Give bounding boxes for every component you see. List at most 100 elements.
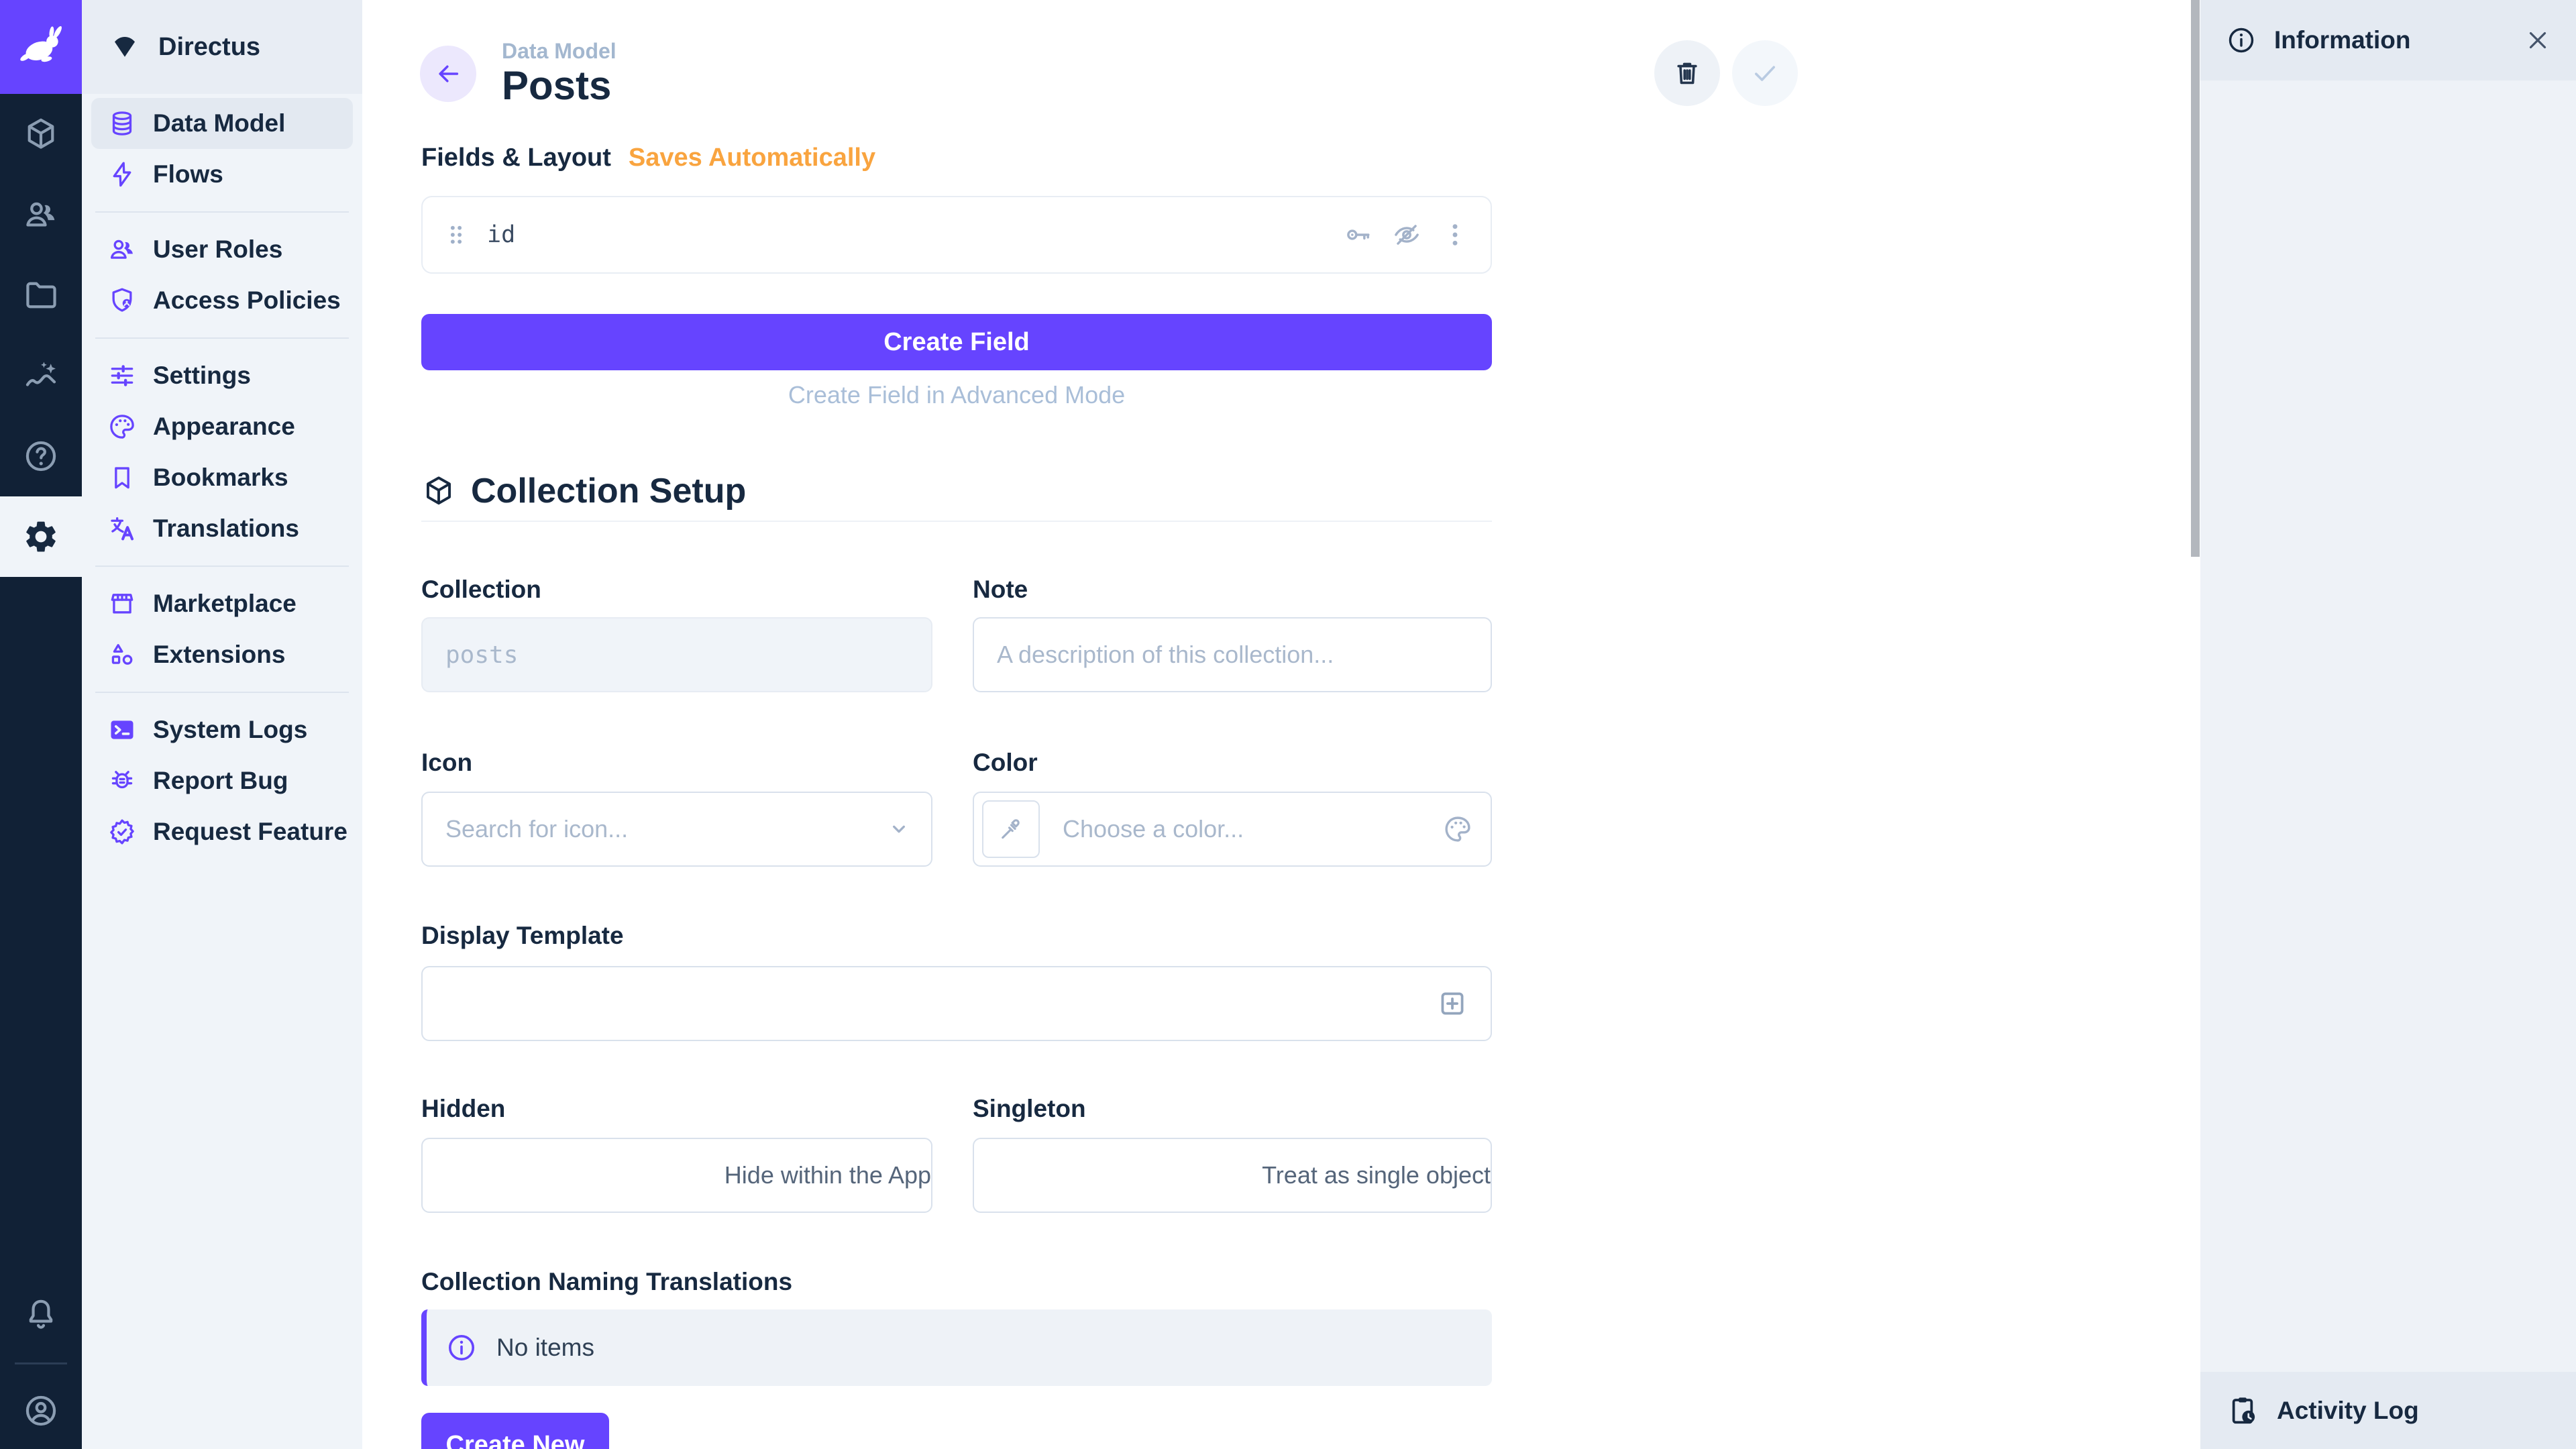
module-users[interactable]: [0, 174, 82, 255]
breadcrumb[interactable]: Data Model: [502, 38, 616, 64]
module-bar: [0, 0, 82, 1449]
create-field-advanced-link[interactable]: Create Field in Advanced Mode: [421, 381, 1492, 409]
singleton-checkbox[interactable]: [997, 1139, 1241, 1212]
hidden-field-wrap: Hide within the App: [421, 1138, 932, 1213]
module-settings[interactable]: [0, 496, 82, 577]
nav-list: Data Model Flows User Roles: [82, 94, 362, 857]
translate-icon: [107, 514, 137, 543]
sidebar-item-bookmarks[interactable]: Bookmarks: [91, 452, 353, 503]
note-input-wrap: [973, 617, 1492, 692]
bell-icon: [22, 1295, 60, 1333]
hidden-checkbox-label[interactable]: Hide within the App: [724, 1161, 931, 1189]
bug-icon: [107, 766, 137, 796]
icon-search-input[interactable]: [423, 793, 884, 865]
project-header[interactable]: Directus: [82, 0, 362, 94]
info-sidebar-header[interactable]: Information: [2200, 0, 2576, 80]
trash-icon: [1671, 57, 1703, 89]
close-sidebar-button[interactable]: [2524, 26, 2552, 54]
sidebar-item-flows[interactable]: Flows: [91, 149, 353, 200]
hidden-checkbox[interactable]: [445, 1139, 704, 1212]
collection-label: Collection: [421, 576, 932, 604]
display-template-input[interactable]: [423, 967, 1432, 1040]
module-bar-spacer: [0, 577, 82, 1274]
module-docs[interactable]: [0, 416, 82, 496]
note-input[interactable]: [974, 619, 1491, 691]
navigation-sidebar: Directus Data Model Flows: [82, 0, 362, 1449]
sidebar-item-translations[interactable]: Translations: [91, 503, 353, 554]
project-name: Directus: [158, 33, 260, 62]
title-block: Data Model Posts: [502, 38, 616, 107]
info-sidebar-title: Information: [2274, 26, 2506, 54]
help-icon: [22, 437, 60, 475]
module-bar-divider: [15, 1362, 67, 1364]
color-input[interactable]: [1040, 793, 1442, 865]
module-insights[interactable]: [0, 335, 82, 416]
fields-layout-header: Fields & Layout Saves Automatically: [421, 144, 875, 172]
activity-log-bar[interactable]: Activity Log: [2200, 1372, 2576, 1449]
main-scrollbar-thumb[interactable]: [2191, 0, 2200, 557]
folder-icon: [22, 276, 60, 314]
account-button[interactable]: [0, 1373, 82, 1449]
sidebar-item-settings[interactable]: Settings: [91, 350, 353, 401]
display-template-input-wrap: [421, 966, 1492, 1041]
palette-icon[interactable]: [1442, 814, 1473, 845]
back-button[interactable]: [420, 46, 476, 102]
tune-icon: [107, 361, 137, 390]
sidebar-item-user-roles[interactable]: User Roles: [91, 224, 353, 275]
color-input-wrap: [973, 792, 1492, 867]
collection-input[interactable]: [423, 619, 931, 691]
eyedropper-icon: [997, 815, 1025, 843]
sidebar-item-extensions[interactable]: Extensions: [91, 629, 353, 680]
sidebar-item-access-policies[interactable]: Access Policies: [91, 275, 353, 326]
sidebar-item-label: System Logs: [153, 716, 307, 744]
singleton-checkbox-label[interactable]: Treat as single object: [1262, 1161, 1491, 1189]
drag-handle[interactable]: [441, 220, 471, 250]
account-circle-icon: [22, 1392, 60, 1430]
insights-icon: [22, 357, 60, 394]
box-icon: [421, 474, 456, 508]
nav-divider: [95, 566, 349, 567]
sidebar-item-system-logs[interactable]: System Logs: [91, 704, 353, 755]
cube-icon: [22, 115, 60, 153]
create-field-button[interactable]: Create Field: [421, 314, 1492, 370]
sidebar-item-label: Flows: [153, 160, 223, 189]
kebab-menu-icon[interactable]: [1440, 219, 1470, 250]
sidebar-item-report-bug[interactable]: Report Bug: [91, 755, 353, 806]
autosave-label: Saves Automatically: [629, 144, 875, 172]
activity-log-icon: [2226, 1394, 2259, 1428]
create-new-translation-button[interactable]: Create New: [421, 1413, 609, 1449]
icon-select-wrap: [421, 792, 932, 867]
sidebar-item-label: Extensions: [153, 641, 285, 669]
users-icon: [22, 196, 60, 233]
sidebar-item-marketplace[interactable]: Marketplace: [91, 578, 353, 629]
nav-divider: [95, 211, 349, 213]
sidebar-item-label: User Roles: [153, 235, 282, 264]
feature-badge-icon: [107, 817, 137, 847]
sidebar-item-appearance[interactable]: Appearance: [91, 401, 353, 452]
page-header: Data Model Posts: [421, 38, 1492, 111]
directus-logo-button[interactable]: [0, 0, 82, 94]
add-field-to-template-button[interactable]: [1432, 983, 1473, 1024]
field-row-id[interactable]: id: [421, 196, 1492, 274]
color-swatch-button[interactable]: [982, 800, 1040, 858]
directus-app: Directus Data Model Flows: [0, 0, 2576, 1449]
sidebar-item-data-model[interactable]: Data Model: [91, 98, 353, 149]
sidebar-item-label: Access Policies: [153, 286, 341, 315]
notifications-button[interactable]: [0, 1274, 82, 1354]
chevron-down-icon[interactable]: [884, 814, 914, 844]
check-icon: [1749, 57, 1781, 89]
sidebar-item-label: Request Feature: [153, 818, 347, 846]
collection-setup-heading: Collection Setup: [421, 471, 746, 511]
sidebar-item-request-feature[interactable]: Request Feature: [91, 806, 353, 857]
eye-off-icon[interactable]: [1391, 219, 1422, 250]
singleton-label: Singleton: [973, 1095, 1492, 1123]
info-circle-icon: [2226, 25, 2257, 56]
project-fan-icon: [109, 31, 141, 63]
delete-collection-button[interactable]: [1654, 40, 1720, 106]
save-button[interactable]: [1732, 40, 1798, 106]
singleton-field-wrap: Treat as single object: [973, 1138, 1492, 1213]
section-divider: [421, 521, 1492, 522]
field-row-icons: [1343, 219, 1470, 250]
module-content[interactable]: [0, 94, 82, 174]
module-files[interactable]: [0, 255, 82, 335]
